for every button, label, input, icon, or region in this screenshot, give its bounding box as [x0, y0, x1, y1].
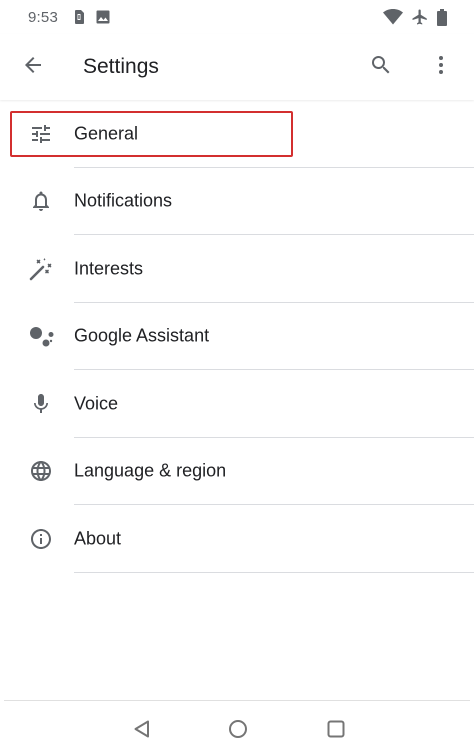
settings-item-label: Interests	[74, 258, 144, 279]
settings-item-label: Notifications	[74, 190, 173, 211]
status-left-icons	[74, 10, 110, 24]
nav-home-icon	[228, 719, 248, 744]
more-options-button[interactable]	[417, 43, 465, 91]
settings-item-label: Voice	[74, 393, 119, 414]
nav-recents-icon	[326, 719, 346, 744]
nav-bar	[0, 701, 474, 756]
wifi-icon	[383, 9, 403, 25]
settings-item-label: Language & region	[74, 460, 227, 481]
screen: 9:53 Settings General Notifications Inte…	[0, 0, 474, 756]
more-vert-icon	[429, 53, 453, 82]
divider	[74, 571, 474, 573]
status-right-icons	[383, 8, 447, 26]
assistant-icon	[26, 321, 56, 351]
status-time: 9:53	[28, 8, 58, 26]
status-bar: 9:53	[0, 0, 474, 34]
nav-back-icon	[132, 719, 152, 744]
bell-icon	[26, 186, 56, 216]
microphone-icon	[26, 389, 56, 419]
magic-wand-icon	[26, 254, 56, 284]
settings-item-about[interactable]: About	[0, 505, 474, 573]
search-icon	[369, 53, 393, 82]
nav-home-button[interactable]	[218, 711, 258, 751]
settings-item-label: General	[74, 123, 139, 144]
settings-item-interests[interactable]: Interests	[0, 235, 474, 303]
sim-card-icon	[74, 10, 84, 24]
settings-item-language-region[interactable]: Language & region	[0, 438, 474, 505]
settings-item-voice[interactable]: Voice	[0, 370, 474, 438]
arrow-back-icon	[21, 53, 45, 82]
nav-recents-button[interactable]	[316, 711, 356, 751]
settings-item-notifications[interactable]: Notifications	[0, 168, 474, 235]
settings-item-google-assistant[interactable]: Google Assistant	[0, 303, 474, 370]
settings-item-label: About	[74, 528, 122, 549]
app-bar: Settings	[0, 34, 474, 100]
back-button[interactable]	[9, 43, 57, 91]
tune-icon	[26, 119, 56, 149]
battery-icon	[437, 8, 447, 26]
search-button[interactable]	[357, 43, 405, 91]
page-title: Settings	[83, 55, 159, 78]
nav-back-button[interactable]	[122, 711, 162, 751]
settings-item-general[interactable]: General	[0, 100, 474, 168]
globe-icon	[26, 456, 56, 486]
settings-list: General Notifications Interests Google A…	[0, 100, 474, 573]
airplane-icon	[411, 8, 429, 26]
info-icon	[26, 524, 56, 554]
settings-item-label: Google Assistant	[74, 325, 210, 346]
image-icon	[96, 10, 110, 24]
